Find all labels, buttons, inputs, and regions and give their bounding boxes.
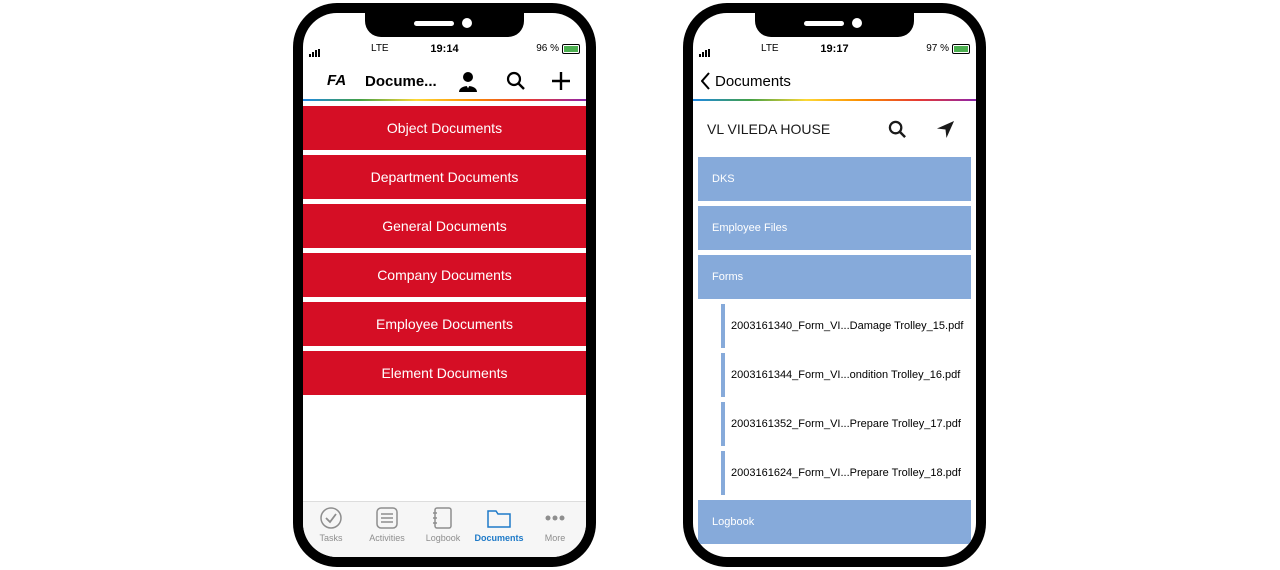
status-bar: LTE 19:17 97 % (693, 43, 976, 57)
general-documents-button[interactable]: General Documents (303, 204, 586, 248)
tab-label: Tasks (319, 533, 343, 543)
file-indent-bar (721, 304, 725, 348)
folder-logbook[interactable]: Logbook (698, 500, 971, 544)
nav-bar: FA Docume... (303, 65, 586, 99)
notch (365, 13, 524, 37)
folder-list: DKS Employee Files Forms 2003161340_Form… (698, 157, 971, 549)
chevron-left-icon (701, 72, 710, 90)
list-icon (376, 507, 398, 529)
file-name: 2003161344_Form_VI...ondition Trolley_16… (731, 369, 961, 381)
notch (755, 13, 914, 37)
file-indent-bar (721, 402, 725, 446)
plus-icon[interactable] (551, 71, 571, 91)
back-button[interactable]: Documents (701, 72, 791, 90)
battery-icon (562, 43, 580, 54)
search-icon[interactable] (506, 71, 526, 91)
battery-percent: 97 % (926, 43, 949, 54)
person-icon[interactable] (458, 71, 478, 93)
folder-icon (487, 510, 511, 528)
tab-label: Logbook (425, 533, 461, 543)
notebook-icon (433, 507, 452, 529)
file-row[interactable]: 2003161352_Form_VI...Prepare Trolley_17.… (698, 402, 971, 446)
tab-documents[interactable]: Documents (471, 506, 527, 543)
tab-more[interactable]: More (527, 506, 583, 543)
folder-employee-files[interactable]: Employee Files (698, 206, 971, 250)
file-indent-bar (721, 451, 725, 495)
file-name: 2003161352_Form_VI...Prepare Trolley_17.… (731, 418, 961, 430)
nav-divider (303, 99, 586, 101)
folder-forms[interactable]: Forms (698, 255, 971, 299)
screen-right: LTE 19:17 97 % Documents VL VILEDA HOUSE… (693, 13, 976, 557)
tab-bar: Tasks Activities Logbook Documents More (303, 501, 586, 557)
tab-activities[interactable]: Activities (359, 506, 415, 543)
status-bar: LTE 19:14 96 % (303, 43, 586, 57)
battery-status: 97 % (926, 43, 970, 54)
tab-logbook[interactable]: Logbook (415, 506, 471, 543)
company-documents-button[interactable]: Company Documents (303, 253, 586, 297)
tab-label: Documents (474, 533, 524, 543)
tab-tasks[interactable]: Tasks (303, 506, 359, 543)
more-icon (545, 515, 565, 521)
file-name: 2003161340_Form_VI...Damage Trolley_15.p… (731, 320, 964, 332)
battery-percent: 96 % (536, 43, 559, 54)
screen-left: LTE 19:14 96 % FA Docume... Object Docum… (303, 13, 586, 557)
check-circle-icon (320, 507, 342, 529)
back-label: Documents (715, 72, 791, 90)
object-documents-button[interactable]: Object Documents (303, 106, 586, 150)
location-title: VL VILEDA HOUSE (707, 121, 831, 137)
location-arrow-icon[interactable] (936, 120, 955, 139)
file-row[interactable]: 2003161340_Form_VI...Damage Trolley_15.p… (698, 304, 971, 348)
page-title: Docume... (365, 73, 437, 90)
app-logo: FA (327, 72, 347, 89)
element-documents-button[interactable]: Element Documents (303, 351, 586, 395)
file-row[interactable]: 2003161624_Form_VI...Prepare Trolley_18.… (698, 451, 971, 495)
search-icon[interactable] (888, 120, 907, 139)
nav-divider (693, 99, 976, 101)
department-documents-button[interactable]: Department Documents (303, 155, 586, 199)
phone-frame-right: LTE 19:17 97 % Documents VL VILEDA HOUSE… (683, 3, 986, 567)
document-category-list: Object Documents Department Documents Ge… (303, 106, 586, 400)
nav-bar: Documents (693, 65, 976, 99)
file-indent-bar (721, 353, 725, 397)
battery-status: 96 % (536, 43, 580, 54)
tab-label: More (544, 533, 566, 543)
employee-documents-button[interactable]: Employee Documents (303, 302, 586, 346)
file-name: 2003161624_Form_VI...Prepare Trolley_18.… (731, 467, 961, 479)
phone-frame-left: LTE 19:14 96 % FA Docume... Object Docum… (293, 3, 596, 567)
folder-dks[interactable]: DKS (698, 157, 971, 201)
battery-icon (952, 43, 970, 54)
file-row[interactable]: 2003161344_Form_VI...ondition Trolley_16… (698, 353, 971, 397)
tab-label: Activities (369, 533, 405, 543)
